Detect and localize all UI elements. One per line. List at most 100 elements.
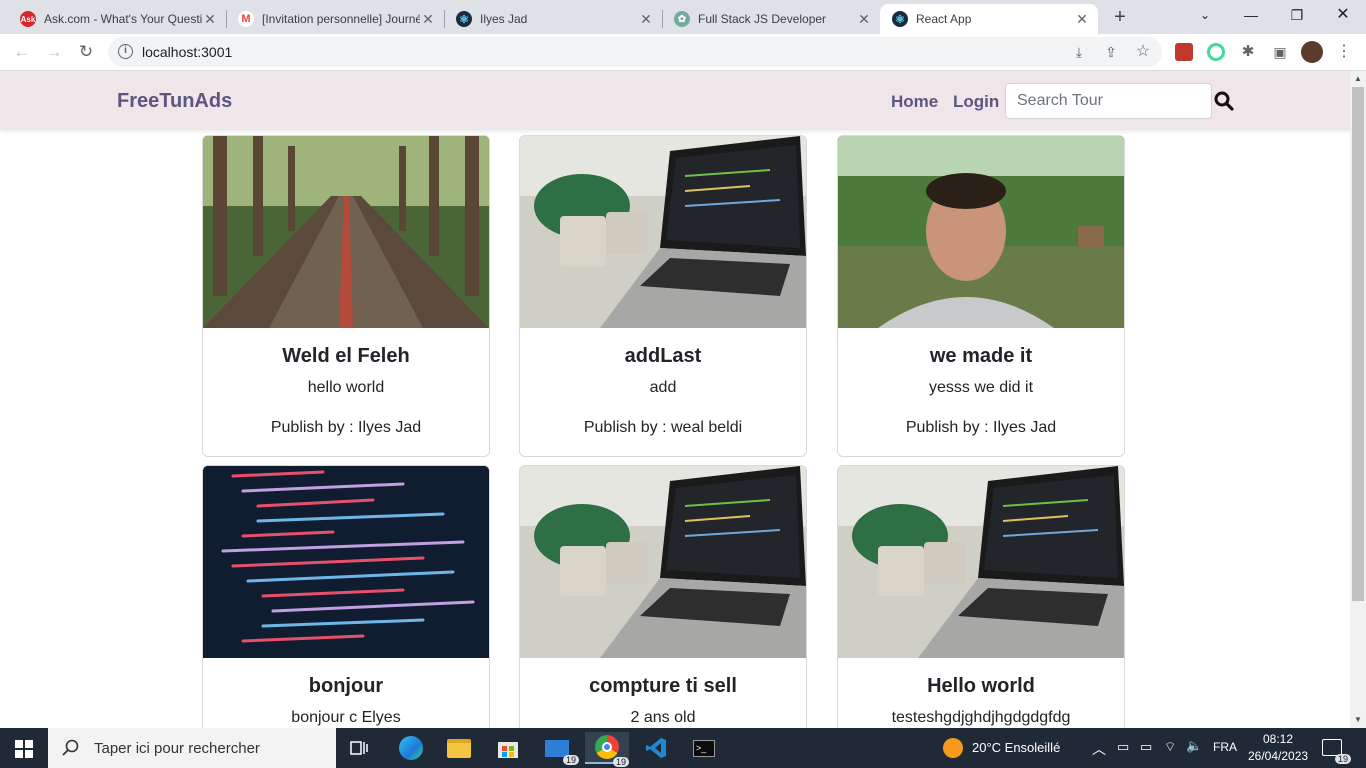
- card-description: hello world: [307, 379, 385, 396]
- extension-icon[interactable]: [1175, 43, 1193, 61]
- close-icon[interactable]: ✕: [856, 11, 872, 28]
- scrollbar-thumb[interactable]: [1352, 87, 1364, 601]
- card-image: [520, 136, 806, 328]
- tour-card[interactable]: addLast add Publish by : weal beldi: [519, 135, 807, 457]
- ask-icon: Ask: [20, 11, 36, 27]
- search-input[interactable]: [1005, 83, 1212, 119]
- clock-time[interactable]: 08:12: [1263, 732, 1293, 746]
- card-description: 2 ans old: [630, 709, 696, 726]
- forward-icon[interactable]: →: [42, 40, 66, 64]
- extension-icon[interactable]: [1207, 43, 1225, 61]
- search-icon[interactable]: [1213, 90, 1235, 112]
- scroll-down-arrow[interactable]: ▼: [1350, 712, 1366, 728]
- reload-icon[interactable]: ↻: [74, 40, 98, 64]
- browser-toolbar: ← → ↻ i localhost:3001 ⤓ ⇪ ☆ ✱ ▣ ⋮: [0, 34, 1366, 71]
- card-description: bonjour c Elyes: [291, 709, 401, 726]
- close-icon[interactable]: ✕: [420, 11, 436, 28]
- close-window-button[interactable]: ✕: [1320, 0, 1366, 34]
- tour-card[interactable]: compture ti sell 2 ans old: [519, 465, 807, 728]
- address-bar[interactable]: i localhost:3001 ⤓ ⇪ ☆: [108, 37, 1162, 67]
- nav-home-link[interactable]: Home: [891, 92, 938, 112]
- minimize-button[interactable]: —: [1228, 0, 1274, 34]
- side-panel-icon[interactable]: ▣: [1268, 40, 1292, 64]
- gmail-icon: M: [238, 11, 254, 27]
- close-icon[interactable]: ✕: [638, 11, 654, 28]
- chrome-badge: 19: [612, 757, 629, 767]
- close-icon[interactable]: ✕: [1074, 11, 1090, 28]
- weather-text[interactable]: 20°C Ensoleillé: [972, 740, 1060, 755]
- vscode-icon[interactable]: [634, 732, 678, 764]
- chatgpt-icon: ✿: [674, 11, 690, 27]
- volume-icon[interactable]: 🔈: [1186, 738, 1202, 754]
- page-viewport: FreeTunAds Home Login Weld: [0, 71, 1350, 728]
- tour-card[interactable]: bonjour bonjour c Elyes: [202, 465, 490, 728]
- terminal-icon[interactable]: >_: [682, 732, 726, 764]
- share-icon[interactable]: ⇪: [1103, 44, 1119, 60]
- device-icon[interactable]: ▭: [1117, 739, 1129, 755]
- new-tab-button[interactable]: +: [1108, 5, 1132, 29]
- chevron-up-icon[interactable]: ︿: [1092, 739, 1106, 759]
- notification-center-icon[interactable]: 19: [1322, 739, 1351, 764]
- browser-tab[interactable]: ✿ Full Stack JS Developer ✕: [662, 4, 880, 34]
- menu-kebab-icon[interactable]: ⋮: [1332, 40, 1356, 64]
- taskbar-search-box[interactable]: Taper ici pour rechercher: [48, 728, 336, 768]
- task-view-icon[interactable]: [337, 732, 381, 764]
- tour-card[interactable]: Hello world testeshgdjghdjhgdgdgfdg: [837, 465, 1125, 728]
- site-navbar: FreeTunAds Home Login: [0, 71, 1350, 130]
- tour-card[interactable]: we made it yesss we did it Publish by : …: [837, 135, 1125, 457]
- card-image: [838, 466, 1124, 658]
- profile-avatar[interactable]: [1301, 41, 1323, 63]
- chrome-icon[interactable]: 19: [585, 732, 629, 767]
- card-title: we made it: [929, 345, 1033, 367]
- card-image: [520, 466, 806, 658]
- weather-sun-icon[interactable]: [943, 738, 963, 758]
- card-description: add: [649, 379, 677, 396]
- bookmark-star-icon[interactable]: ☆: [1135, 44, 1151, 60]
- tab-search-icon[interactable]: ⌄: [1182, 0, 1228, 34]
- card-title: Weld el Feleh: [282, 345, 410, 367]
- site-info-icon[interactable]: i: [118, 44, 133, 59]
- language-indicator[interactable]: FRA: [1213, 740, 1237, 754]
- card-title: bonjour: [308, 675, 384, 697]
- browser-tab[interactable]: ⚛ Ilyes Jad ✕: [444, 4, 662, 34]
- mail-badge: 19: [562, 754, 579, 765]
- search-icon: [62, 739, 79, 756]
- mail-icon[interactable]: 19: [535, 732, 579, 765]
- edge-icon[interactable]: [389, 732, 433, 764]
- browser-tab-strip: Ask Ask.com - What's Your Question? ✕ M …: [0, 0, 1366, 34]
- card-title: compture ti sell: [589, 675, 737, 697]
- card-publisher: Publish by : weal beldi: [583, 419, 743, 436]
- card-description: testeshgdjghdjhgdgdgfdg: [891, 709, 1071, 726]
- react-icon: ⚛: [892, 11, 908, 27]
- notification-badge: 19: [1334, 754, 1351, 764]
- card-title: addLast: [624, 345, 702, 367]
- install-icon[interactable]: ⤓: [1071, 44, 1087, 60]
- back-icon[interactable]: ←: [10, 40, 34, 64]
- card-publisher: Publish by : Ilyes Jad: [905, 419, 1057, 436]
- tour-card[interactable]: Weld el Feleh hello world Publish by : I…: [202, 135, 490, 457]
- restore-button[interactable]: ❐: [1274, 0, 1320, 34]
- card-image: [203, 466, 489, 658]
- microsoft-store-icon[interactable]: [486, 732, 530, 764]
- wifi-icon[interactable]: ⌔: [1164, 739, 1176, 755]
- windows-taskbar: Taper ici pour rechercher 19 19 >_ 20°C …: [0, 728, 1366, 768]
- windows-start-icon[interactable]: [15, 740, 33, 758]
- card-description: yesss we did it: [928, 379, 1034, 396]
- extensions-puzzle-icon[interactable]: ✱: [1236, 40, 1260, 64]
- page-scrollbar[interactable]: ▲ ▼: [1350, 71, 1366, 728]
- scroll-up-arrow[interactable]: ▲: [1350, 71, 1366, 87]
- card-publisher: Publish by : Ilyes Jad: [270, 419, 422, 436]
- browser-tab-active[interactable]: ⚛ React App ✕: [880, 4, 1098, 34]
- url-text[interactable]: localhost:3001: [142, 44, 232, 60]
- card-image: [203, 136, 489, 328]
- react-icon: ⚛: [456, 11, 472, 27]
- clock-date[interactable]: 26/04/2023: [1248, 749, 1308, 763]
- close-icon[interactable]: ✕: [202, 11, 218, 28]
- browser-tab[interactable]: M [Invitation personnelle] Journée ✕: [226, 4, 444, 34]
- brand-logo[interactable]: FreeTunAds: [117, 90, 232, 113]
- browser-tab[interactable]: Ask Ask.com - What's Your Question? ✕: [8, 4, 226, 34]
- battery-icon[interactable]: ▭: [1140, 739, 1152, 755]
- nav-login-link[interactable]: Login: [953, 92, 999, 112]
- card-image: [838, 136, 1124, 328]
- file-explorer-icon[interactable]: [437, 732, 481, 764]
